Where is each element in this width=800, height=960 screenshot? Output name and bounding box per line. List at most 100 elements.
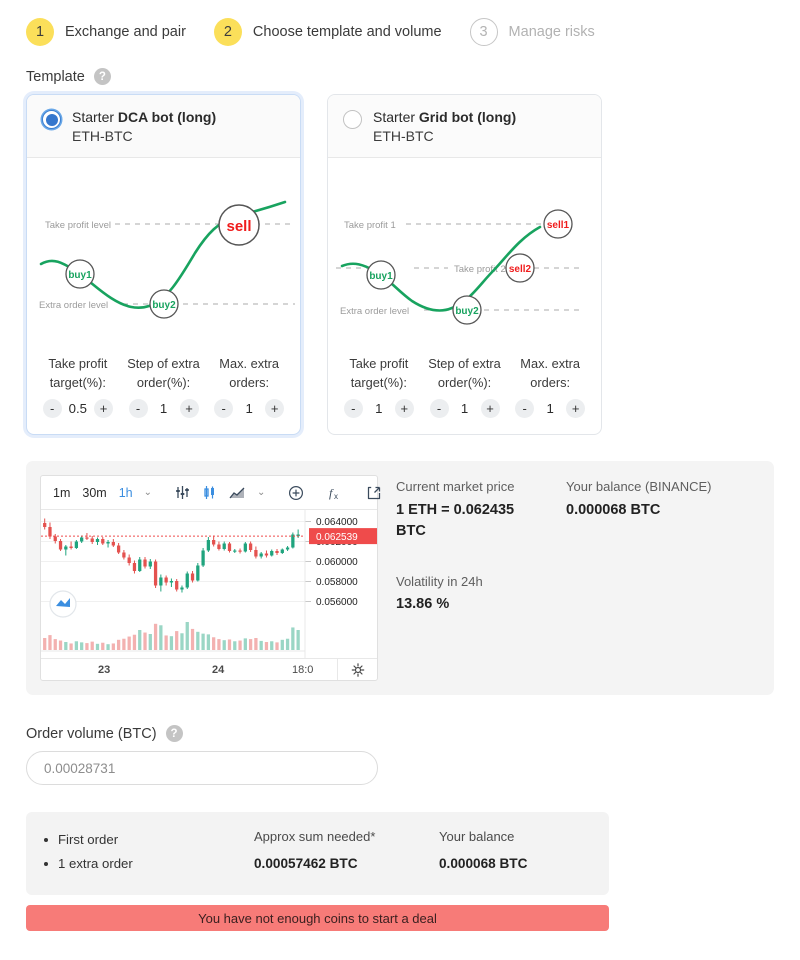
grid-card-title: Starter Grid bot (long) (373, 108, 516, 128)
interval-1m[interactable]: 1m (47, 476, 76, 509)
balance-block: Your balance (BINANCE) 0.000068 BTC (566, 477, 714, 542)
dca-line-label-1: Take profit level (45, 220, 111, 231)
dca-node-buy2: buy2 (152, 300, 176, 311)
dca-pair: ETH-BTC (72, 127, 133, 144)
indicators-icon[interactable] (169, 485, 196, 500)
chart-panel: 1m 30m 1h ⌄ ⌄ f x 0.064000 0.060000 0.05… (26, 461, 774, 696)
current-price-block: Current market price 1 ETH = 0.062435 BT… (396, 477, 544, 542)
dca-stepper-1: - 0.5 + (35, 399, 121, 419)
grid-param-2-minus[interactable]: - (429, 399, 449, 419)
candlestick-chart[interactable]: 0.0640000.0620000.0600000.0580000.056000… (41, 510, 377, 659)
grid-node-sell2: sell2 (509, 264, 532, 275)
grid-param-2-label: Step of extra order(%): (428, 355, 501, 391)
chart-x-axis: 23 24 18:0 (41, 658, 377, 681)
template-card-grid[interactable]: Starter Grid bot (long) ETH-BTC Take pro… (327, 94, 602, 436)
interval-30m[interactable]: 30m (76, 476, 112, 509)
template-section-label: Template ? (0, 46, 800, 94)
grid-stepper-1: - 1 + (336, 399, 422, 419)
dca-param-2-minus[interactable]: - (128, 399, 148, 419)
template-card-dca[interactable]: Starter DCA bot (long) ETH-BTC Take prof… (26, 94, 301, 436)
grid-param-1-label: Take profit target(%): (349, 355, 409, 391)
step-2-label: Choose template and volume (252, 24, 442, 40)
grid-node-buy2: buy2 (455, 306, 479, 317)
grid-params: Take profit target(%): - 1 + Step of ext… (328, 348, 601, 434)
line-chart-icon[interactable] (223, 486, 252, 500)
grid-pair: ETH-BTC (373, 127, 434, 144)
grid-line-label-1: Take profit 1 (344, 220, 396, 231)
dca-card-title: Starter DCA bot (long) (72, 108, 216, 128)
dca-card-header[interactable]: Starter DCA bot (long) ETH-BTC (27, 95, 300, 158)
dca-name: DCA bot (long) (117, 109, 217, 125)
formula-icon[interactable]: fx (322, 485, 348, 501)
formula-group: fx (316, 476, 354, 509)
market-info: Current market price 1 ETH = 0.062435 BT… (396, 475, 760, 681)
grid-param-1-minus[interactable]: - (343, 399, 363, 419)
radio-grid[interactable] (343, 110, 362, 129)
svg-text:x: x (334, 492, 338, 501)
order-volume-input[interactable] (26, 751, 378, 786)
help-icon[interactable]: ? (93, 68, 111, 85)
approx-sum-block: Approx sum needed* 0.00057462 BTC (254, 828, 429, 875)
dca-param-2-value: 1 (159, 401, 168, 417)
template-cards: Starter DCA bot (long) ETH-BTC Take prof… (0, 94, 800, 436)
settings-icon[interactable] (337, 659, 377, 681)
price-chart-widget: 1m 30m 1h ⌄ ⌄ f x 0.064000 0.060000 0.05… (40, 475, 381, 682)
chevron-down-icon[interactable]: ⌄ (139, 487, 157, 498)
dca-param-3-minus[interactable]: - (214, 399, 234, 419)
dca-param-2-plus[interactable]: + (179, 399, 199, 419)
x-tick-2: 24 (212, 663, 225, 676)
step-2[interactable]: 2 Choose template and volume (213, 18, 442, 46)
status-badge: You have not enough coins to start a dea… (26, 905, 609, 932)
grid-param-1-plus[interactable]: + (394, 399, 414, 419)
order-volume-label: Order volume (BTC) ? (0, 695, 800, 751)
approx-sum-label: Approx sum needed* (254, 829, 376, 845)
add-icon[interactable] (282, 485, 310, 501)
step-1[interactable]: 1 Exchange and pair (26, 18, 186, 46)
grid-prefix: Starter (373, 109, 419, 125)
volatility-label: Volatility in 24h (396, 573, 483, 589)
grid-param-max-orders: Max. extra orders: - 1 + (507, 354, 593, 419)
grid-param-3-plus[interactable]: + (566, 399, 586, 419)
dca-params: Take profit target(%): - 0.5 + Step of e… (27, 348, 300, 434)
grid-node-sell1: sell1 (547, 220, 570, 231)
approx-sum-value: 0.00057462 BTC (254, 856, 358, 872)
grid-param-take-profit: Take profit target(%): - 1 + (336, 354, 422, 419)
chevron-down-icon-2[interactable]: ⌄ (252, 487, 270, 498)
svg-text:0.062539: 0.062539 (316, 532, 358, 543)
grid-line-label-3: Extra order level (340, 306, 409, 317)
summary-balance-label: Your balance (439, 829, 515, 845)
grid-card-header[interactable]: Starter Grid bot (long) ETH-BTC (328, 95, 601, 158)
step-3[interactable]: 3 Manage risks (469, 18, 595, 46)
grid-param-2-plus[interactable]: + (480, 399, 500, 419)
dca-param-3-plus[interactable]: + (265, 399, 285, 419)
grid-param-3-label: Max. extra orders: (520, 355, 581, 391)
dca-param-1-label: Take profit target(%): (48, 355, 108, 391)
help-icon-2[interactable]: ? (165, 725, 183, 743)
list-item: First order (44, 828, 244, 852)
dca-stepper-2: - 1 + (121, 399, 207, 419)
market-info-row: Current market price 1 ETH = 0.062435 BT… (396, 477, 760, 542)
radio-dca[interactable] (42, 110, 61, 129)
bot-setup-page: 1 Exchange and pair 2 Choose template an… (0, 0, 800, 960)
step-3-badge: 3 (469, 18, 498, 46)
grid-param-3-minus[interactable]: - (515, 399, 535, 419)
fullscreen-icon[interactable] (360, 485, 388, 501)
dca-param-1-value: 0.5 (68, 401, 87, 417)
svg-text:0.064000: 0.064000 (316, 517, 358, 528)
grid-stepper-2: - 1 + (422, 399, 508, 419)
summary-balance-value: 0.000068 BTC (439, 856, 528, 872)
order-item-2: 1 extra order (58, 855, 133, 871)
svg-text:0.060000: 0.060000 (316, 557, 358, 568)
grid-param-2-value: 1 (460, 401, 469, 417)
dca-param-1-plus[interactable]: + (94, 399, 113, 419)
grid-graph: Take profit 1 Take profit 2 Extra order … (328, 158, 601, 348)
interval-group: 1m 30m 1h ⌄ (41, 476, 163, 509)
interval-1h[interactable]: 1h (113, 476, 139, 509)
candles-icon[interactable] (196, 485, 223, 500)
dca-graph: Take profit level Extra order level buy1… (27, 158, 300, 348)
order-volume-label-text: Order volume (BTC) (26, 725, 157, 742)
order-summary: First order 1 extra order Approx sum nee… (26, 812, 609, 896)
grid-stepper-3: - 1 + (507, 399, 593, 419)
dca-param-1-minus[interactable]: - (42, 399, 62, 419)
current-price-label: Current market price (396, 479, 515, 495)
